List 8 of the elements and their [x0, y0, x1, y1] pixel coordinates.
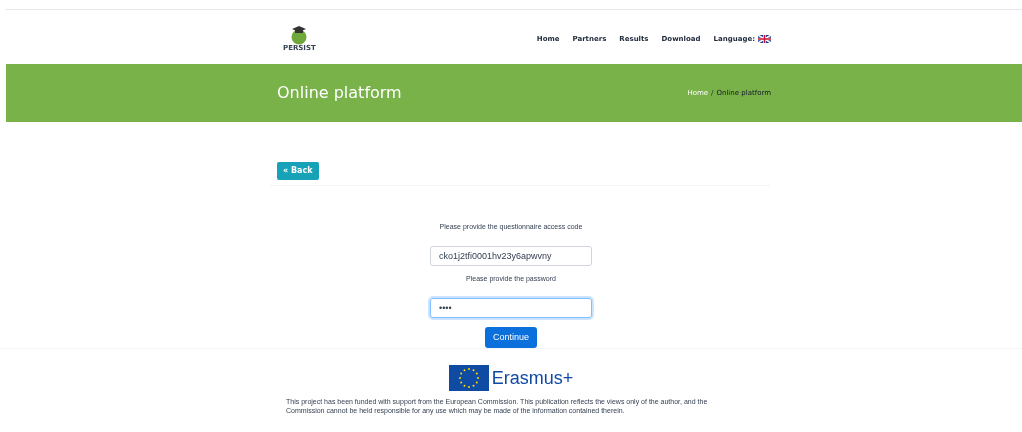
text-field[interactable]: cko1j2tfi0001hv23y6apwvny [430, 245, 592, 267]
erasmus-logo-text: Erasmus+ [491, 369, 574, 387]
text-field[interactable]: •••• [430, 297, 592, 319]
page-title: Online platform [277, 82, 402, 104]
continue-button[interactable]: Continue [485, 327, 537, 348]
globe-graduation-cap-icon [291, 25, 308, 45]
eu-flag-icon [448, 365, 489, 391]
flag-icon [758, 35, 771, 44]
